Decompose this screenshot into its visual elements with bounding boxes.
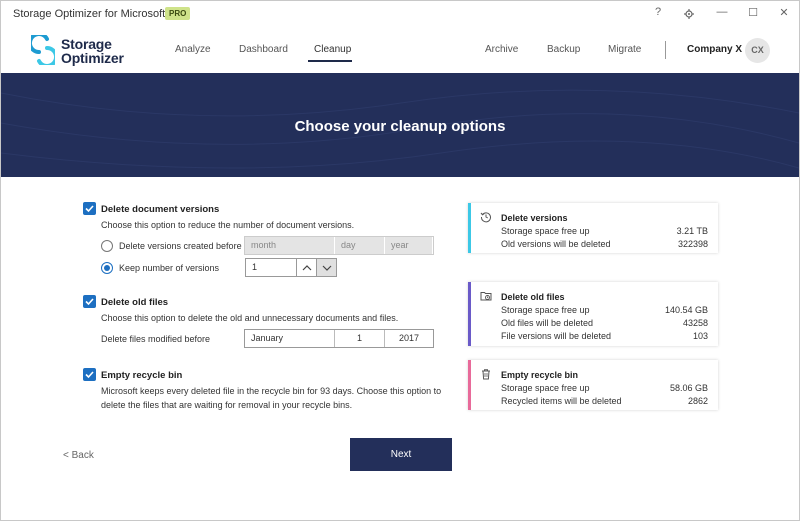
card-accent-bar — [468, 282, 471, 346]
radio-keep-versions[interactable] — [101, 262, 113, 274]
close-button[interactable]: ✕ — [774, 6, 794, 22]
summary-card-old-files: Delete old files Storage space free up 1… — [468, 282, 718, 346]
row-label: Old files will be deleted — [501, 318, 594, 328]
keep-versions-stepper: 1 — [245, 258, 337, 277]
row-value: 2862 — [687, 396, 708, 406]
delete-versions-checkbox[interactable] — [83, 202, 96, 215]
nav-analyze[interactable]: Analyze — [175, 44, 211, 55]
pro-badge: PRO — [165, 7, 191, 20]
row-label: Recycled items will be deleted — [501, 396, 622, 406]
header-nav: Storage Optimizer Analyze Dashboard Clea… — [1, 27, 799, 73]
next-button[interactable]: Next — [350, 438, 452, 471]
trash-icon — [482, 369, 490, 380]
storage-optimizer-logo-icon — [31, 35, 55, 65]
day-field: day — [335, 237, 385, 254]
card-accent-bar — [468, 360, 471, 410]
row-value: 3.21 TB — [676, 226, 708, 236]
help-button[interactable]: ? — [648, 6, 668, 22]
delete-versions-title: Delete document versions — [101, 204, 220, 215]
card-title: Delete versions — [501, 213, 568, 223]
minimize-button[interactable]: — — [712, 6, 732, 22]
history-icon — [480, 212, 491, 223]
decrement-button[interactable] — [317, 258, 337, 277]
summary-card-recycle-bin: Empty recycle bin Storage space free up … — [468, 360, 718, 410]
versions-date-picker: month day year — [244, 236, 434, 255]
app-window: Storage Optimizer for Microsoft 365 PRO … — [0, 0, 800, 521]
row-value: 140.54 GB — [664, 305, 708, 315]
delete-old-files-description: Choose this option to delete the old and… — [101, 313, 399, 323]
row-label: Storage space free up — [501, 383, 590, 393]
checkmark-icon — [85, 298, 94, 306]
avatar[interactable]: CX — [745, 38, 770, 63]
row-label: Storage space free up — [501, 226, 590, 236]
year-field: year — [385, 237, 433, 254]
chevron-up-icon — [302, 264, 311, 270]
row-label: Old versions will be deleted — [501, 239, 611, 249]
banner: Choose your cleanup options — [1, 73, 799, 177]
row-label: Storage space free up — [501, 305, 590, 315]
card-title: Delete old files — [501, 292, 565, 302]
row-value: 103 — [692, 331, 708, 341]
maximize-button[interactable]: ☐ — [743, 6, 763, 22]
row-label: File versions will be deleted — [501, 331, 612, 341]
summary-card-versions: Delete versions Storage space free up 3.… — [468, 203, 718, 253]
old-files-date-picker[interactable]: January 1 2017 — [244, 329, 434, 348]
modified-before-label: Delete files modified before — [101, 334, 211, 344]
empty-recycle-bin-description: Microsoft keeps every deleted file in th… — [101, 384, 451, 412]
logo-line-2: Optimizer — [61, 50, 124, 66]
year-field[interactable]: 2017 — [385, 330, 433, 347]
recycle-description-line-2: delete the files that are waiting for re… — [101, 400, 353, 410]
nav-archive[interactable]: Archive — [485, 44, 518, 55]
card-title: Empty recycle bin — [501, 370, 579, 380]
checkmark-icon — [85, 371, 94, 379]
card-accent-bar — [468, 203, 471, 253]
app-title: Storage Optimizer for Microsoft 365 — [13, 8, 187, 20]
recycle-description-line-1: Microsoft keeps every deleted file in th… — [101, 386, 442, 396]
row-value: 58.06 GB — [669, 383, 708, 393]
checkmark-icon — [85, 205, 94, 213]
nav-cleanup[interactable]: Cleanup — [314, 44, 351, 55]
back-button[interactable]: < Back — [63, 450, 94, 461]
logo-text: Storage Optimizer — [61, 37, 124, 65]
month-field[interactable]: January — [245, 330, 335, 347]
nav-divider — [665, 41, 666, 59]
month-field: month — [245, 237, 335, 254]
logo-line-1: Storage — [61, 36, 112, 52]
page-title: Choose your cleanup options — [294, 118, 506, 135]
gear-icon — [684, 9, 694, 19]
settings-button[interactable] — [679, 6, 699, 22]
day-field[interactable]: 1 — [335, 330, 385, 347]
folder-clock-icon — [480, 292, 492, 301]
increment-button[interactable] — [297, 258, 317, 277]
radio-keep-versions-label: Keep number of versions — [119, 263, 220, 273]
title-bar: Storage Optimizer for Microsoft 365 PRO … — [1, 1, 799, 27]
row-value: 43258 — [682, 318, 708, 328]
delete-versions-description: Choose this option to reduce the number … — [101, 220, 355, 230]
empty-recycle-bin-checkbox[interactable] — [83, 368, 96, 381]
nav-migrate[interactable]: Migrate — [608, 44, 641, 55]
radio-delete-before-date-label: Delete versions created before — [119, 241, 242, 251]
delete-old-files-title: Delete old files — [101, 297, 169, 308]
active-nav-indicator — [308, 60, 352, 62]
row-value: 322398 — [677, 239, 708, 249]
chevron-down-icon — [322, 265, 331, 271]
company-name[interactable]: Company X — [687, 44, 742, 55]
nav-backup[interactable]: Backup — [547, 44, 580, 55]
radio-delete-before-date[interactable] — [101, 240, 113, 252]
nav-dashboard[interactable]: Dashboard — [239, 44, 288, 55]
empty-recycle-bin-title: Empty recycle bin — [101, 370, 183, 381]
keep-versions-input[interactable]: 1 — [245, 258, 297, 277]
delete-old-files-checkbox[interactable] — [83, 295, 96, 308]
